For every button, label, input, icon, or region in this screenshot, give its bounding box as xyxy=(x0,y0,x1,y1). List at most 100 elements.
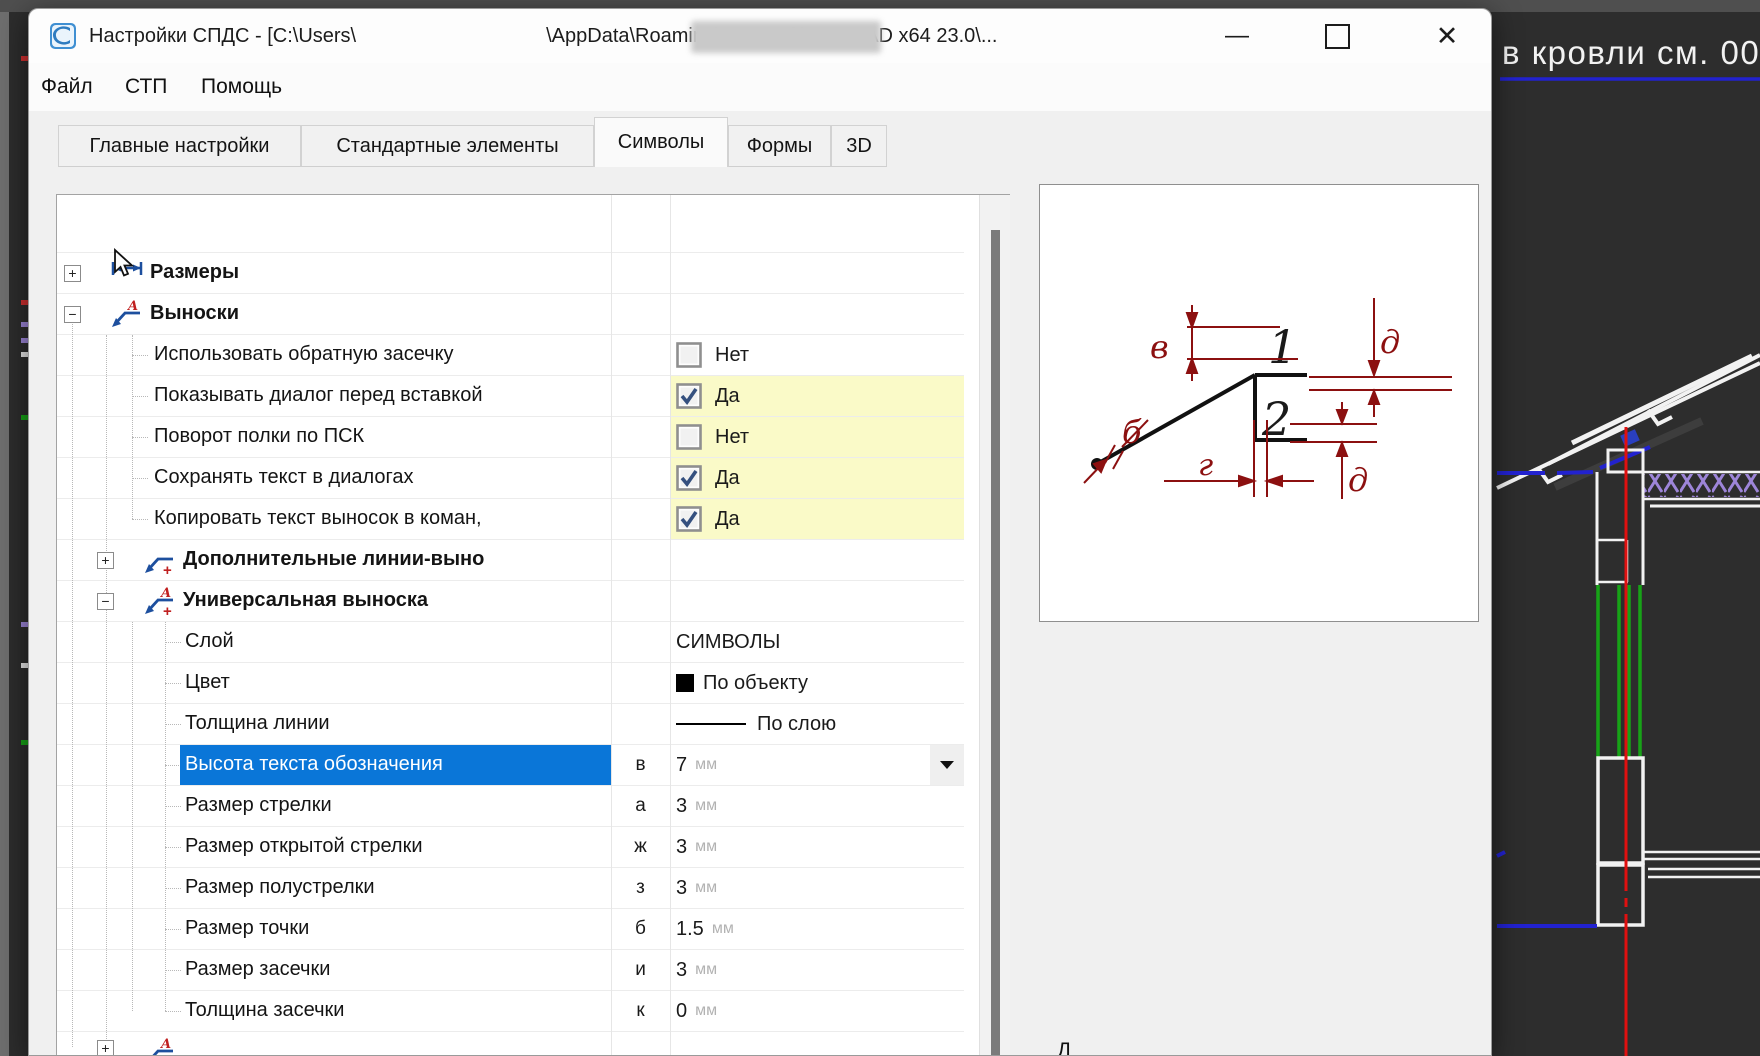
value-cell[interactable]: 3мм xyxy=(670,950,964,990)
parameter-letter: ж xyxy=(611,836,670,858)
cad-annotation-text: в кровли см. 00 xyxy=(1502,34,1760,71)
parameter-letter: к xyxy=(611,1000,670,1022)
layer-value: СИМВОЛЫ xyxy=(676,631,780,654)
tree-row-показывать-диалог-перед-вставкой[interactable]: Показывать диалог перед вставкой Да xyxy=(57,376,1009,417)
close-button[interactable]: ✕ xyxy=(1417,9,1477,63)
value-cell[interactable]: По слою xyxy=(670,704,964,744)
maximize-icon xyxy=(1325,24,1350,49)
tree-row-копировать-текст-выносок-в-коман-[interactable]: Копировать текст выносок в коман, Да xyxy=(57,499,1009,540)
tree-item-label: Использовать обратную засечку xyxy=(154,343,454,366)
checkbox-checked[interactable] xyxy=(676,383,702,409)
tree-row-толщина-засечки[interactable]: Толщина засечкик0мм xyxy=(57,991,1009,1032)
tree-item-label: Размер открытой стрелки xyxy=(185,835,423,858)
value-cell[interactable]: 3мм xyxy=(670,786,964,826)
value-dropdown-button[interactable] xyxy=(930,745,964,785)
checkbox-checked[interactable] xyxy=(676,506,702,532)
value-cell[interactable]: Нет xyxy=(670,417,964,457)
tab-символы[interactable]: Символы xyxy=(594,117,728,167)
label-d-bottom: д xyxy=(1348,461,1368,499)
symbol-preview-panel: 1 2 xyxy=(1039,184,1479,622)
tree-row-размеры[interactable]: + Размеры xyxy=(57,253,1009,294)
tree-connector xyxy=(132,355,148,357)
tree-row-толщина-линии[interactable]: Толщина линииПо слою xyxy=(57,704,1009,745)
mouse-cursor-icon xyxy=(112,248,138,278)
tree-connector xyxy=(132,519,148,521)
expand-plus-box[interactable]: + xyxy=(97,552,114,569)
tree-item-label: Слой xyxy=(185,630,234,653)
collapse-minus-box[interactable]: − xyxy=(97,593,114,610)
menu-item-2[interactable]: СТП xyxy=(125,63,167,111)
tree-connector xyxy=(165,970,181,972)
value-cell[interactable]: 3мм xyxy=(670,868,964,908)
tree-item-label: Копировать текст выносок в коман, xyxy=(154,507,482,530)
tab-3d[interactable]: 3D xyxy=(831,125,887,167)
value-cell[interactable]: 7мм xyxy=(670,745,964,785)
tree-connector xyxy=(165,806,181,808)
value-cell[interactable]: Да xyxy=(670,499,964,539)
tree-connector xyxy=(165,888,181,890)
value-cell[interactable]: 0мм xyxy=(670,991,964,1031)
tree-row-слой[interactable]: Слой СИМВОЛЫ xyxy=(57,622,1009,663)
shelf-number-2: 2 xyxy=(1261,392,1291,446)
tree-connector xyxy=(165,724,181,726)
tree-row-использовать-обратную-засечку[interactable]: Использовать обратную засечку Нет xyxy=(57,335,1009,376)
bool-value-text: Да xyxy=(715,385,740,408)
tree-row-размер-полустрелки[interactable]: Размер полустрелкиз3мм xyxy=(57,868,1009,909)
collapse-minus-box[interactable]: − xyxy=(64,306,81,323)
tree-row-размер-стрелки[interactable]: Размер стрелкиа3мм xyxy=(57,786,1009,827)
tree-row-поворот-полки-по-пск[interactable]: Поворот полки по ПСКНет xyxy=(57,417,1009,458)
scrollbar-thumb[interactable] xyxy=(991,230,1000,1056)
label-v: в xyxy=(1150,328,1169,366)
tree-connector xyxy=(132,478,148,480)
value-cell[interactable]: СИМВОЛЫ xyxy=(670,622,964,662)
tree-section-label: Выноски xyxy=(150,302,239,325)
value-cell[interactable]: 1.5мм xyxy=(670,909,964,949)
menu-item-1[interactable]: Файл xyxy=(41,63,93,111)
tab-главные-настройки[interactable]: Главные настройки xyxy=(58,125,301,167)
tree-row-цвет[interactable]: ЦветПо объекту xyxy=(57,663,1009,704)
minimize-button[interactable]: — xyxy=(1207,9,1267,63)
tree-section-label: Размеры xyxy=(150,261,239,284)
value-cell[interactable]: 3мм xyxy=(670,827,964,867)
scrollbar-track[interactable] xyxy=(979,195,1010,1056)
tree-connector xyxy=(165,1011,181,1013)
tree-row-размер-точки[interactable]: Размер точкиб1.5мм xyxy=(57,909,1009,950)
checkbox-unchecked[interactable] xyxy=(676,424,702,450)
number-value: 0 xyxy=(676,1000,687,1023)
title-bar[interactable]: Настройки СПДС - [C:\Users\\AppData\Roam… xyxy=(29,9,1491,63)
expand-plus-box[interactable]: + xyxy=(64,265,81,282)
value-cell[interactable]: Да xyxy=(670,458,964,498)
tree-row[interactable]: +A xyxy=(57,1032,1009,1056)
expand-plus-box[interactable]: + xyxy=(97,1040,114,1056)
settings-tree-grid: +Размеры−AВыноскиИспользовать обратную з… xyxy=(56,194,1010,1056)
value-cell[interactable]: По объекту xyxy=(670,663,964,703)
spds-settings-dialog: Настройки СПДС - [C:\Users\\AppData\Roam… xyxy=(28,8,1492,1056)
tree-row-размер-открытой-стрелки[interactable]: Размер открытой стрелки ж3мм xyxy=(57,827,1009,868)
tree-connector xyxy=(165,765,181,767)
value-cell[interactable]: Да xyxy=(670,376,964,416)
tree-row-сохранять-текст-в-диалогах[interactable]: Сохранять текст в диалогахДа xyxy=(57,458,1009,499)
checkbox-checked[interactable] xyxy=(676,465,702,491)
checkbox-unchecked[interactable] xyxy=(676,342,702,368)
tree-row-высота-текста-обозначения[interactable]: Высота текста обозначенияв7мм xyxy=(57,745,1009,786)
tab-стандартные-элементы[interactable]: Стандартные элементы xyxy=(301,125,594,167)
tree-item-label: Показывать диалог перед вставкой xyxy=(154,384,483,407)
tree-row-универсальная-выноска[interactable]: −A+Универсальная выноска xyxy=(57,581,1009,622)
tree-row-выноски[interactable]: −AВыноски xyxy=(57,294,1009,335)
number-value: 3 xyxy=(676,836,687,859)
tree-row-дополнительные-линии-выно[interactable]: ++Дополнительные линии-выно xyxy=(57,540,1009,581)
label-g: г xyxy=(1198,448,1213,483)
value-cell[interactable]: Нет xyxy=(670,335,964,375)
tree-connector xyxy=(165,683,181,685)
tab-формы[interactable]: Формы xyxy=(728,125,831,167)
bool-value-text: Да xyxy=(715,467,740,490)
maximize-button[interactable] xyxy=(1307,9,1367,63)
tree-row xyxy=(57,195,1009,253)
leader-preview-drawing: 1 2 xyxy=(1040,185,1478,621)
tree-row-размер-засечки[interactable]: Размер засечкии3мм xyxy=(57,950,1009,991)
leader-a-plus-icon: A+ xyxy=(141,587,179,617)
grid-divider xyxy=(670,195,671,1056)
blurred-username xyxy=(691,21,881,53)
number-value: 3 xyxy=(676,877,687,900)
menu-item-3[interactable]: Помощь xyxy=(201,63,282,111)
